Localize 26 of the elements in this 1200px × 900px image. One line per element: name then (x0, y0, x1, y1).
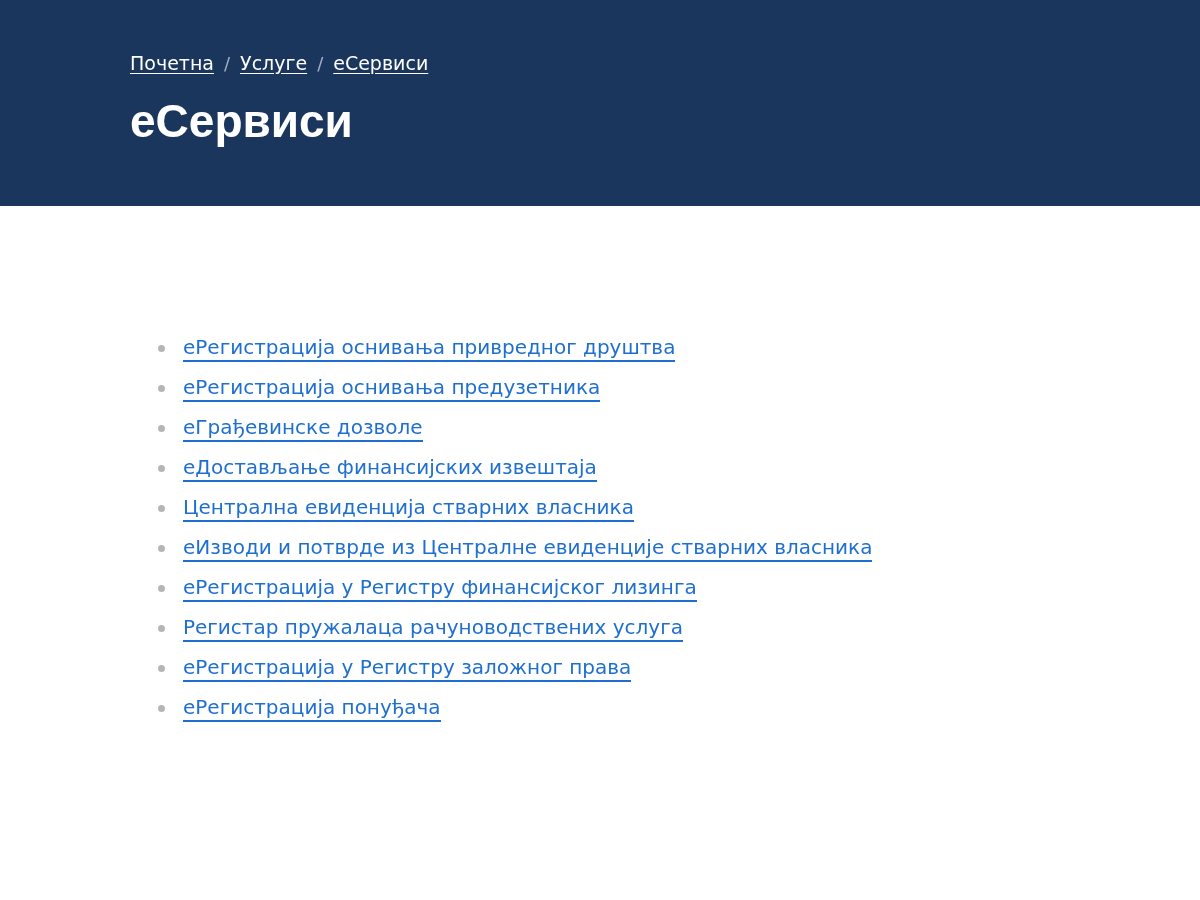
breadcrumb-separator: / (317, 52, 324, 74)
bullet-icon (158, 584, 165, 592)
bullet-icon (158, 384, 165, 392)
service-link[interactable]: Централна евиденција стварних власника (183, 494, 634, 522)
bullet-icon (158, 664, 165, 672)
bullet-icon (158, 624, 165, 632)
service-link[interactable]: еРегистрација понуђача (183, 694, 441, 722)
service-link[interactable]: еГрађевинске дозволе (183, 414, 423, 442)
bullet-icon (158, 424, 165, 432)
bullet-icon (158, 344, 165, 352)
bullet-icon (158, 464, 165, 472)
breadcrumb-link[interactable]: Услуге (240, 52, 308, 74)
service-link[interactable]: еРегистрација у Регистру финансијског лизинга (183, 574, 697, 602)
service-link[interactable]: еРегистрација у Регистру заложног права (183, 654, 632, 682)
breadcrumb-separator: / (223, 52, 231, 74)
bullet-icon (158, 704, 165, 712)
bullet-icon (158, 544, 165, 552)
service-link[interactable]: еДостављање финансијских извештаја (183, 454, 597, 482)
service-link[interactable]: еИзводи и потврде из Централне евиденције стварних власника (183, 534, 873, 562)
page-title: еСервиси (130, 94, 354, 148)
service-link[interactable]: Регистар пружалаца рачуноводствених услуга (183, 614, 683, 642)
breadcrumb-link[interactable]: Почетна (130, 52, 214, 74)
breadcrumb-link[interactable]: еСервиси (333, 52, 429, 74)
service-link[interactable]: еРегистрација оснивања привредног друштва (183, 334, 676, 362)
bullet-icon (158, 504, 165, 512)
service-link[interactable]: еРегистрација оснивања предузетника (183, 374, 601, 402)
